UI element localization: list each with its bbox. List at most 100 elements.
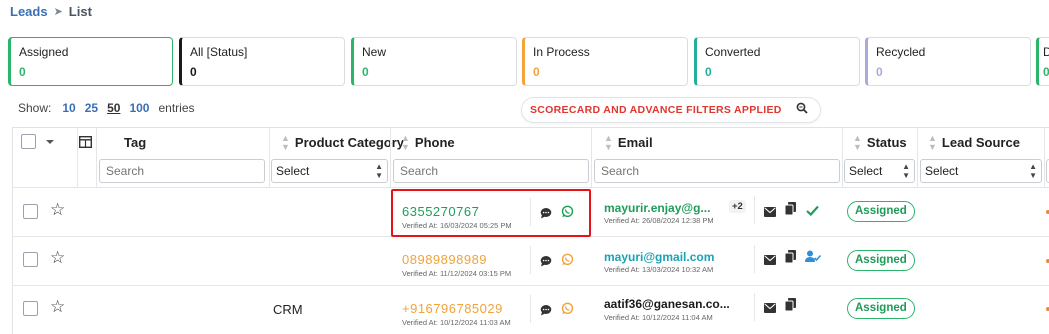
phone-number[interactable]: 08989898989 [402,252,487,267]
sort-icon: ▲ ▼ [928,132,937,152]
phone-verified-at: Verified At: 10/12/2024 11:03 AM [402,318,511,327]
column-header-phone[interactable]: ▲ ▼ Phone [401,128,455,157]
column-divider [917,128,918,187]
tile-label: New [362,45,387,59]
mail-icon[interactable] [764,204,776,222]
product-category-select[interactable]: Select ▲ ▼ [271,159,388,183]
check-icon[interactable] [806,203,819,221]
row-checkbox[interactable] [23,252,38,267]
column-divider [77,128,78,187]
column-toggle-icon[interactable] [78,135,93,153]
breadcrumb-separator-icon: ➤ [53,6,63,18]
search-icon [796,101,808,119]
select-all-dropdown[interactable] [43,135,57,149]
column-divider [591,128,592,187]
tile-count: 0 [533,65,540,79]
tile-count: 0 [362,65,369,79]
column-header-tag[interactable]: Tag [124,128,146,157]
column-divider [390,128,391,187]
table-row[interactable]: ☆ 08989898989 Verified At: 11/12/2024 03… [13,237,1049,285]
column-divider [1044,128,1045,187]
lead-source-select[interactable]: Select ▲ ▼ [920,159,1042,183]
whatsapp-icon[interactable] [561,253,574,271]
tile-in-process[interactable]: In Process 0 [522,37,688,86]
column-divider [842,128,843,187]
tile-count: 0 [876,65,883,79]
status-badge[interactable]: Assigned [847,201,915,222]
tile-new[interactable]: New 0 [351,37,517,86]
sort-icon: ▲ ▼ [604,132,613,152]
email-verified-at: Verified At: 13/03/2024 10:32 AM [604,265,714,274]
copy-icon[interactable] [784,202,796,220]
show-entries: Show: 10 25 50 100 entries [18,101,195,115]
column-header-email[interactable]: ▲ ▼ Email [604,128,653,157]
tile-d[interactable]: D 0 [1036,37,1049,86]
email-search-input[interactable] [594,159,840,183]
cell-divider [530,295,531,323]
tag-search-input[interactable] [99,159,265,183]
mail-icon[interactable] [764,300,776,318]
cell-divider [530,246,531,274]
leads-table: Tag ▲ ▼ Product Category ▲ ▼ Phone ▲ ▼ Email ▲… [12,127,1049,334]
tile-label: Recycled [876,45,926,59]
tile-count: 0 [19,65,26,79]
show-option-10[interactable]: 10 [62,101,75,115]
tile-all-status[interactable]: All [Status] 0 [179,37,345,86]
phone-search-input[interactable] [393,159,589,183]
show-option-50[interactable]: 50 [107,101,120,115]
highlight-box [391,189,591,237]
chat-icon[interactable] [540,303,552,321]
email-verified-at: Verified At: 10/12/2024 11:04 AM [604,313,713,322]
select-all-checkbox[interactable] [21,134,36,149]
whatsapp-icon[interactable] [561,302,574,320]
tile-label: All [Status] [190,45,248,59]
row-checkbox[interactable] [23,204,38,219]
tile-assigned[interactable]: Assigned 0 [8,37,173,86]
tile-converted[interactable]: Converted 0 [694,37,860,86]
phone-verified-at: Verified At: 11/12/2024 03:15 PM [402,269,512,278]
user-check-icon[interactable] [805,250,822,268]
filter-label: SCORECARD AND ADVANCE FILTERS APPLIED [530,104,782,116]
show-option-100[interactable]: 100 [129,101,149,115]
tile-label: Assigned [19,45,69,59]
tile-count: 0 [705,65,712,79]
email-address[interactable]: aatif36@ganesan.co... [604,297,730,311]
phone-number[interactable]: +916796785029 [402,301,503,316]
status-select[interactable]: Select ▲ ▼ [844,159,915,183]
product-category-value: CRM [273,302,303,317]
cell-divider [754,196,755,224]
status-badge[interactable]: Assigned [847,250,915,271]
star-icon[interactable]: ☆ [50,298,65,315]
sort-icon: ▲ ▼ [853,132,862,152]
mail-icon[interactable] [764,252,776,270]
chevron-down-icon [46,140,54,144]
tile-label: D [1043,45,1049,59]
star-icon[interactable]: ☆ [50,249,65,266]
cell-divider [754,245,755,273]
email-verified-at: Verified At: 26/08/2024 12:38 PM [604,216,714,225]
column-header-lead-source[interactable]: ▲ ▼ Lead Source [928,128,1020,157]
status-tiles: Assigned 0 All [Status] 0 New 0 In Proce… [8,37,1049,86]
breadcrumb: Leads ➤ List [10,4,92,19]
star-icon[interactable]: ☆ [50,201,65,218]
cell-divider [754,293,755,321]
copy-icon[interactable] [784,250,796,268]
copy-icon[interactable] [784,298,796,316]
more-emails-badge[interactable]: +2 [729,200,746,213]
table-row[interactable]: ☆ CRM +916796785029 Verified At: 10/12/2… [13,286,1049,334]
column-divider [269,128,270,187]
column-header-product-category[interactable]: ▲ ▼ Product Category [281,128,404,157]
select-caret-icon: ▲ ▼ [375,162,383,180]
column-divider [96,128,97,187]
email-address[interactable]: mayuri@gmail.com [604,250,714,264]
breadcrumb-leads-link[interactable]: Leads [10,4,48,19]
tile-recycled[interactable]: Recycled 0 [865,37,1031,86]
column-header-status[interactable]: ▲ ▼ Status [853,128,907,157]
chat-icon[interactable] [540,254,552,272]
advance-filters-button[interactable]: SCORECARD AND ADVANCE FILTERS APPLIED [521,97,821,123]
row-checkbox[interactable] [23,301,38,316]
show-option-25[interactable]: 25 [85,101,98,115]
sort-icon: ▲ ▼ [281,132,290,152]
status-badge[interactable]: Assigned [847,298,915,319]
email-address[interactable]: mayurir.enjay@g... [604,201,710,215]
